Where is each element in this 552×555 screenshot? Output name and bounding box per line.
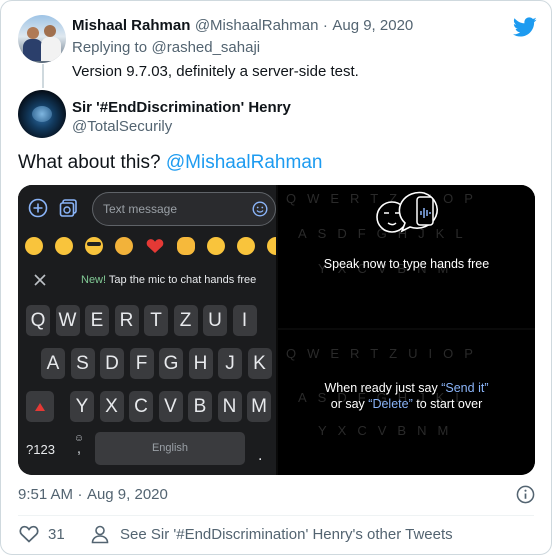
key-e[interactable]: E (85, 305, 109, 336)
gallery-icon (59, 199, 77, 217)
key-z[interactable]: Z (173, 305, 198, 336)
line1-prefix: When ready just say (324, 381, 438, 395)
close-icon[interactable] (34, 274, 46, 286)
key-r[interactable]: R (114, 305, 139, 336)
period-key[interactable]: . (258, 447, 262, 465)
add-circle-icon (28, 198, 48, 218)
tweet-card: Mishaal Rahman @MishaalRahman · Aug 9, 2… (0, 0, 552, 555)
delete-command: “Delete” (368, 397, 413, 411)
emoji-comma-key[interactable]: ☺ , (72, 433, 86, 457)
emoji-cool-icon[interactable] (85, 237, 103, 255)
shift-arrow-icon (35, 403, 45, 411)
key-i[interactable]: I (232, 305, 257, 336)
emoji-laugh-icon[interactable] (25, 237, 43, 255)
space-key[interactable]: English (95, 432, 245, 465)
message-input[interactable]: Text message (92, 192, 276, 226)
footer-divider (18, 515, 534, 516)
tweet-mention[interactable]: @MishaalRahman (166, 152, 323, 173)
voice-commands-line-2: or say “Delete” to start over (278, 396, 535, 412)
timestamp-separator: · (77, 486, 83, 503)
parent-author-handle[interactable]: @MishaalRahman (195, 17, 319, 34)
tweet-time: 9:51 AM (18, 486, 74, 503)
key-d[interactable]: D (100, 348, 124, 379)
key-x[interactable]: X (99, 391, 124, 422)
symbols-key[interactable]: ?123 (26, 442, 55, 457)
parent-text: Version 9.7.03, definitely a server-side… (72, 63, 359, 80)
line2-suffix: to start over (416, 397, 483, 411)
voice-commands-caption: When ready just say “Send it” or say “De… (278, 380, 535, 412)
key-a[interactable]: A (41, 348, 65, 379)
parent-date[interactable]: Aug 9, 2020 (332, 17, 413, 34)
ghost-keyboard-row: QWERTZUIOP (286, 346, 484, 361)
voice-commands-line-1: When ready just say “Send it” (278, 380, 535, 396)
parent-avatar[interactable] (18, 15, 66, 63)
key-m[interactable]: M (247, 391, 271, 422)
author-avatar[interactable] (18, 90, 66, 138)
key-c[interactable]: C (129, 391, 153, 422)
emoji-heart-icon[interactable] (146, 238, 164, 254)
key-y[interactable]: Y (70, 391, 94, 422)
send-it-command: “Send it” (441, 381, 489, 395)
ghost-keyboard-row: YXCVBNM (318, 423, 460, 438)
emoji-grin-icon[interactable] (207, 237, 225, 255)
key-q[interactable]: Q (26, 305, 50, 336)
like-heart-icon[interactable] (19, 525, 39, 543)
key-s[interactable]: S (70, 348, 95, 379)
speak-now-caption: Speak now to type hands free (323, 257, 490, 271)
parent-separator: · (322, 17, 328, 34)
voice-assistant-illustration-icon (376, 191, 438, 233)
media-keyboard-screenshot[interactable]: Text message New! Tap the mic to chat ha… (18, 185, 276, 475)
emoji-partial-icon[interactable] (267, 237, 276, 255)
tweet-media[interactable]: Text message New! Tap the mic to chat ha… (18, 185, 535, 475)
comma-label: , (76, 440, 82, 457)
tweet-text-body: What about this? (18, 152, 161, 173)
line2-prefix: or say (330, 397, 365, 411)
shift-key[interactable] (26, 391, 54, 422)
info-icon[interactable] (516, 485, 535, 504)
like-count[interactable]: 31 (48, 525, 65, 545)
key-g[interactable]: G (159, 348, 183, 379)
replying-to: Replying to @rashed_sahaji (72, 38, 260, 58)
key-n[interactable]: N (217, 391, 242, 422)
author-handle[interactable]: @TotalSecurily (72, 117, 172, 137)
key-u[interactable]: U (203, 305, 227, 336)
key-j[interactable]: J (218, 348, 242, 379)
tweet-date: Aug 9, 2020 (86, 486, 168, 503)
tweet-timestamp[interactable]: 9:51 AM · Aug 9, 2020 (18, 485, 168, 505)
person-icon (91, 525, 109, 544)
other-tweets-link[interactable]: See Sir '#EndDiscrimination' Henry's oth… (120, 525, 453, 545)
author-name-text: Sir '#EndDiscrimination' Henry (72, 99, 291, 116)
emoji-flushed-icon[interactable] (237, 237, 255, 255)
key-h[interactable]: H (188, 348, 213, 379)
key-v[interactable]: V (158, 391, 183, 422)
parent-author-name[interactable]: Mishaal Rahman (72, 17, 190, 34)
replying-prefix: Replying to (72, 39, 148, 56)
key-w[interactable]: W (55, 305, 80, 336)
author-name[interactable]: Sir '#EndDiscrimination' Henry (72, 98, 291, 118)
hint-text: Tap the mic to chat hands free (108, 274, 257, 286)
key-k[interactable]: K (247, 348, 272, 379)
parent-header: Mishaal Rahman @MishaalRahman · Aug 9, 2… (72, 16, 413, 36)
key-f[interactable]: F (129, 348, 154, 379)
new-badge: New! (81, 274, 107, 286)
key-t[interactable]: T (144, 305, 168, 336)
thread-connector (42, 64, 44, 88)
media-voice-commands-panel[interactable]: QWERTZUIOP ASDFGHJKL YXCVBNM When ready … (278, 330, 535, 475)
hands-free-hint[interactable]: New! Tap the mic to chat hands free (81, 274, 256, 286)
replying-handle[interactable]: @rashed_sahaji (152, 39, 261, 56)
key-b[interactable]: B (188, 391, 212, 422)
tweet-text: What about this? @MishaalRahman (18, 151, 322, 175)
media-voice-prompt-panel[interactable]: QWERTZUIOP ASDFGHJKL YXCVBNM Speak now t… (278, 185, 535, 328)
twitter-logo-icon[interactable] (513, 15, 537, 39)
emoji-clap-icon[interactable] (177, 237, 195, 255)
emoji-cry-icon[interactable] (115, 237, 133, 255)
emoji-smile-icon[interactable] (55, 237, 73, 255)
message-input-placeholder: Text message (103, 202, 178, 216)
emoji-icon (252, 201, 268, 217)
